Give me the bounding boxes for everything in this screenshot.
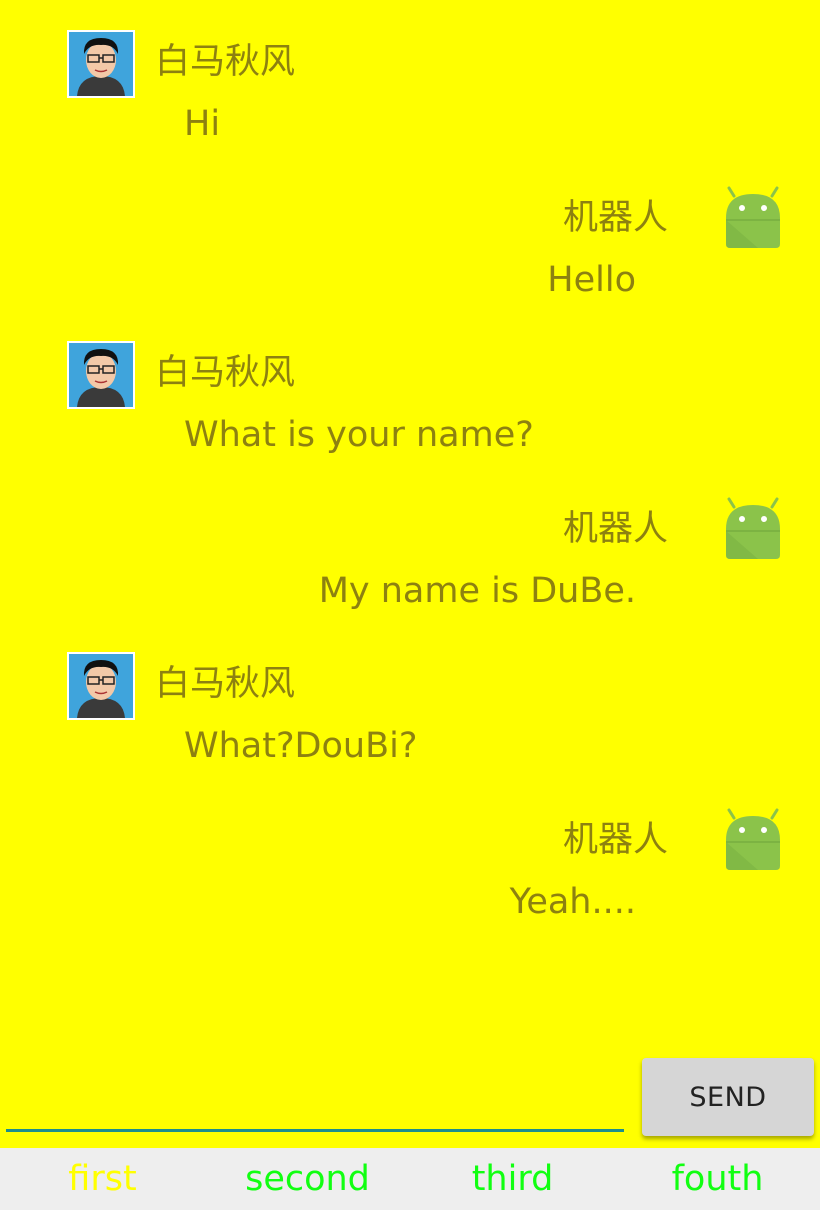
android-robot-icon: [718, 808, 788, 878]
user-avatar: [67, 30, 135, 98]
message-text: Hello: [547, 260, 636, 300]
sender-name: 白马秋风: [155, 42, 296, 82]
android-robot-icon: [718, 497, 788, 567]
message-text: Yeah....: [509, 882, 636, 922]
chat-message-bot: 机器人 Yeah....: [0, 808, 820, 968]
sender-name: 机器人: [562, 198, 668, 238]
tab-fouth[interactable]: fouth: [615, 1148, 820, 1210]
message-text: What is your name?: [184, 415, 534, 455]
message-input[interactable]: [6, 1080, 628, 1130]
user-avatar: [67, 652, 135, 720]
message-text: What?DouBi?: [184, 726, 418, 766]
chat-message-user: 白马秋风 What?DouBi?: [0, 652, 820, 812]
chat-message-user: 白马秋风 What is your name?: [0, 341, 820, 501]
sender-name: 白马秋风: [155, 664, 296, 704]
tab-second[interactable]: second: [205, 1148, 410, 1210]
tab-third[interactable]: third: [410, 1148, 615, 1210]
tab-first[interactable]: first: [0, 1148, 205, 1210]
send-button[interactable]: SEND: [642, 1058, 814, 1136]
sender-name: 白马秋风: [155, 353, 296, 393]
sender-name: 机器人: [562, 509, 668, 549]
bottom-tab-bar: first second third fouth: [0, 1148, 820, 1210]
message-text: My name is DuBe.: [318, 571, 636, 611]
chat-message-user: 白马秋风 Hi: [0, 30, 820, 190]
user-avatar: [67, 341, 135, 409]
message-text: Hi: [184, 104, 221, 144]
android-robot-icon: [718, 186, 788, 256]
input-underline: [6, 1129, 624, 1132]
chat-message-bot: 机器人 Hello: [0, 186, 820, 346]
chat-message-bot: 机器人 My name is DuBe.: [0, 497, 820, 657]
sender-name: 机器人: [562, 820, 668, 860]
